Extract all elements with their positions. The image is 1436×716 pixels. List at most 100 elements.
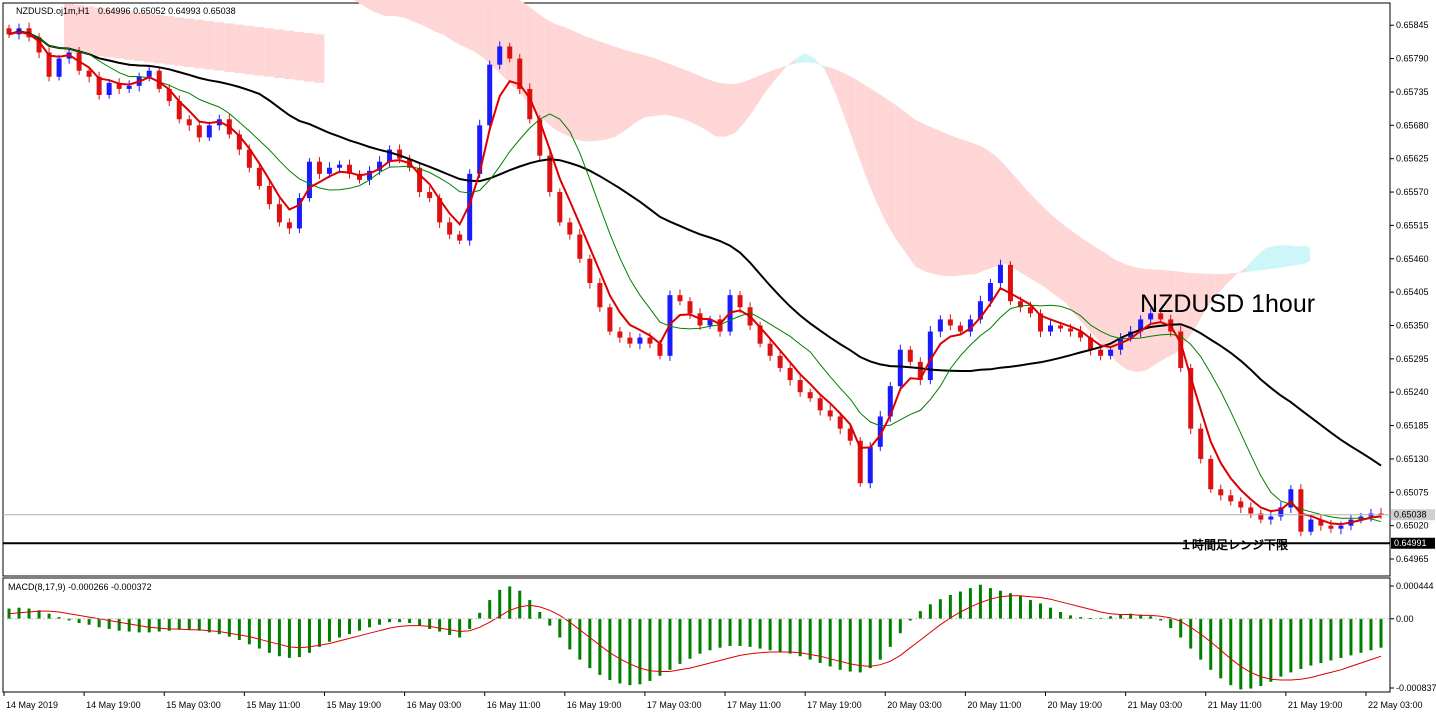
candle-body bbox=[867, 446, 873, 484]
price-tick-label: 0.64965 bbox=[1396, 554, 1429, 564]
candle-body bbox=[196, 125, 202, 138]
candle-body bbox=[1308, 519, 1314, 532]
price-tick-label: 0.65680 bbox=[1396, 120, 1429, 130]
macd-bar bbox=[668, 618, 672, 670]
macd-bar bbox=[688, 618, 692, 659]
macd-bar bbox=[1349, 618, 1353, 656]
time-tick-label: 14 May 2019 bbox=[6, 700, 58, 710]
chart-header: NZDUSD.oj1m,H1 0.64996 0.65052 0.64993 0… bbox=[16, 6, 236, 16]
macd-bar bbox=[297, 618, 301, 658]
cloud-segment bbox=[424, 0, 435, 32]
cloud-segment bbox=[154, 14, 165, 64]
cloud-segment bbox=[664, 62, 675, 117]
macd-header: MACD(8,17,9) -0.000266 -0.000372 bbox=[8, 582, 152, 592]
cloud-segment bbox=[975, 143, 986, 275]
price-tick-label: 0.65460 bbox=[1396, 254, 1429, 264]
cloud-segment bbox=[1075, 233, 1086, 327]
cloud-segment bbox=[684, 69, 695, 125]
macd-bar bbox=[1319, 618, 1323, 664]
cloud-segment bbox=[905, 112, 916, 267]
macd-bar bbox=[257, 618, 261, 649]
time-tick-label: 17 May 03:00 bbox=[647, 700, 702, 710]
cloud-segment bbox=[695, 73, 706, 130]
candle-body bbox=[336, 164, 342, 168]
cloud-segment bbox=[134, 12, 145, 62]
macd-bar bbox=[808, 618, 812, 660]
time-tick-label: 20 May 03:00 bbox=[887, 700, 942, 710]
macd-bar bbox=[478, 612, 482, 619]
annotation-title: NZDUSD 1hour bbox=[1140, 290, 1315, 318]
cloud-segment bbox=[925, 124, 936, 275]
cloud-segment bbox=[353, 0, 355, 1]
cloud-segment bbox=[1025, 188, 1036, 282]
macd-bar bbox=[1269, 618, 1273, 682]
macd-bar bbox=[1249, 618, 1253, 689]
price-tick-label: 0.65350 bbox=[1396, 320, 1429, 330]
price-tick-label: 0.65020 bbox=[1396, 521, 1429, 531]
current-price-label: 0.65038 bbox=[1394, 510, 1427, 520]
time-tick-label: 16 May 11:00 bbox=[487, 700, 541, 710]
macd-bar bbox=[177, 618, 181, 630]
macd-bar bbox=[1008, 593, 1012, 619]
cloud-segment bbox=[264, 28, 275, 77]
macd-bar bbox=[428, 618, 432, 629]
macd-bar bbox=[878, 618, 882, 660]
macd-bar bbox=[47, 613, 51, 619]
candle-body bbox=[937, 319, 943, 332]
candle-body bbox=[126, 85, 132, 89]
cloud-segment bbox=[564, 27, 575, 140]
macd-bar bbox=[27, 608, 31, 619]
macd-bar bbox=[958, 591, 962, 619]
cloud-segment bbox=[484, 0, 495, 69]
macd-bar bbox=[97, 618, 101, 628]
cloud-segment bbox=[414, 0, 425, 27]
level-price-label: 0.64991 bbox=[1394, 538, 1427, 548]
candle-body bbox=[1027, 307, 1033, 314]
macd-bar bbox=[388, 618, 392, 623]
candle-body bbox=[1208, 458, 1214, 490]
candle-body bbox=[827, 410, 833, 417]
time-tick-label: 20 May 11:00 bbox=[967, 700, 1021, 710]
cloud-segment bbox=[394, 0, 405, 18]
candle-body bbox=[1248, 507, 1254, 514]
candle-body bbox=[1007, 264, 1013, 302]
candle-body bbox=[617, 331, 623, 338]
macd-bar bbox=[1039, 603, 1042, 619]
cloud-segment bbox=[1285, 245, 1296, 267]
cloud-segment bbox=[1085, 240, 1096, 338]
macd-bar bbox=[1279, 618, 1283, 677]
candle-body bbox=[737, 295, 743, 308]
macd-bar bbox=[1209, 618, 1213, 670]
candle-body bbox=[627, 337, 633, 344]
candle-body bbox=[767, 343, 773, 356]
candle-body bbox=[487, 64, 493, 126]
cloud-segment bbox=[644, 55, 655, 118]
macd-bar bbox=[77, 618, 81, 624]
cloud-segment bbox=[234, 24, 245, 74]
price-tick-label: 0.65790 bbox=[1396, 54, 1429, 64]
macd-bar bbox=[718, 618, 722, 648]
candle-body bbox=[256, 167, 262, 186]
cloud-segment bbox=[204, 20, 215, 70]
price-axis: 0.65845 0.65790 0.65735 0.65680 0.65625 0.655… bbox=[1390, 20, 1429, 564]
cloud-segment bbox=[304, 33, 315, 82]
cloud-segment bbox=[1265, 245, 1276, 270]
candle-body bbox=[1328, 525, 1334, 529]
price-tick-label: 0.65625 bbox=[1396, 154, 1429, 164]
macd-bar bbox=[588, 618, 592, 669]
candle-body bbox=[637, 337, 643, 344]
candle-body bbox=[156, 70, 162, 89]
candle-body bbox=[557, 192, 563, 223]
price-tick-label: 0.65570 bbox=[1396, 187, 1429, 197]
macd-bar bbox=[187, 618, 191, 630]
candle-body bbox=[567, 222, 573, 235]
price-tick-label: 0.65405 bbox=[1396, 287, 1429, 297]
cloud-segment bbox=[144, 13, 155, 63]
candle-body bbox=[787, 367, 793, 381]
time-tick-label: 15 May 11:00 bbox=[246, 700, 300, 710]
macd-bar bbox=[1049, 607, 1053, 619]
macd-bar bbox=[398, 618, 402, 623]
macd-bar bbox=[247, 618, 251, 645]
candle-body bbox=[1068, 328, 1074, 332]
symbol-label: NZDUSD.oj1m,H1 bbox=[16, 6, 90, 16]
